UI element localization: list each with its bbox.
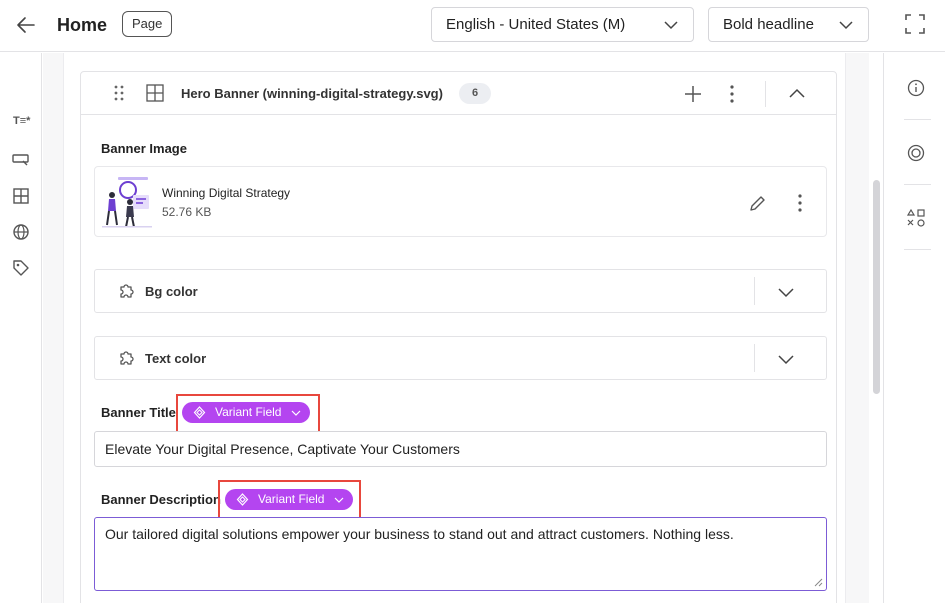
rail-divider <box>904 119 931 120</box>
asset-size: 52.76 KB <box>162 205 212 219</box>
variant-icon <box>193 406 206 419</box>
field-count-badge: 6 <box>459 83 491 104</box>
edit-pencil-icon[interactable] <box>748 193 768 213</box>
variant-icon <box>236 493 249 506</box>
header-divider <box>765 81 766 107</box>
shapes-icon[interactable] <box>906 208 926 228</box>
language-select-value: English - United States (M) <box>446 16 626 33</box>
globe-icon[interactable] <box>11 222 31 242</box>
fullscreen-icon[interactable] <box>904 13 926 35</box>
add-icon[interactable] <box>683 84 703 104</box>
left-toolbar: T≡* <box>0 53 42 603</box>
layout-grid-icon[interactable] <box>11 186 31 206</box>
more-options-icon[interactable] <box>723 84 741 104</box>
rail-divider <box>904 249 931 250</box>
variant-field-pill[interactable]: Variant Field <box>182 402 310 423</box>
chevron-down-icon <box>291 410 301 416</box>
accordion-divider <box>754 344 755 372</box>
banner-description-label: Banner Description <box>101 492 221 507</box>
more-options-icon[interactable] <box>791 193 809 213</box>
back-arrow-icon[interactable] <box>14 13 38 37</box>
info-icon[interactable] <box>906 78 926 98</box>
bg-color-accordion[interactable]: Bg color <box>94 269 827 313</box>
scrollbar-thumb[interactable] <box>873 180 880 394</box>
puzzle-icon <box>120 284 134 298</box>
page-type-badge: Page <box>122 11 173 37</box>
language-select[interactable]: English - United States (M) <box>431 7 694 42</box>
tag-icon[interactable] <box>11 258 31 278</box>
block-header: Hero Banner (winning-digital-strategy.sv… <box>81 72 836 115</box>
page-title: Home <box>57 15 108 35</box>
text-color-accordion[interactable]: Text color <box>94 336 827 380</box>
chevron-down-icon[interactable] <box>776 282 796 302</box>
banner-title-input[interactable]: Elevate Your Digital Presence, Captivate… <box>94 431 827 467</box>
banner-title-label: Banner Title <box>101 405 176 420</box>
block-title: Hero Banner (winning-digital-strategy.sv… <box>181 86 443 101</box>
block-grid-icon <box>146 84 164 102</box>
top-header: Home Page English - United States (M) Bo… <box>0 0 945 52</box>
asset-name: Winning Digital Strategy <box>162 186 291 200</box>
input-icon[interactable] <box>11 149 31 169</box>
right-toolbar <box>883 53 945 603</box>
puzzle-icon <box>120 351 134 365</box>
chevron-up-icon[interactable] <box>787 84 807 104</box>
accordion-divider <box>754 277 755 305</box>
bg-color-label: Bg color <box>145 284 198 299</box>
banner-description-value: Our tailored digital solutions empower y… <box>105 526 734 542</box>
chevron-down-icon <box>334 497 344 503</box>
variant-select[interactable]: Bold headline <box>708 7 869 42</box>
asset-thumbnail <box>100 173 154 230</box>
text-color-label: Text color <box>145 351 207 366</box>
variant-field-pill-label: Variant Field <box>215 405 282 419</box>
resize-handle-icon[interactable] <box>813 577 823 587</box>
banner-description-textarea[interactable]: Our tailored digital solutions empower y… <box>94 517 827 591</box>
chevron-down-icon <box>839 21 853 30</box>
variant-select-value: Bold headline <box>723 16 814 33</box>
variant-field-pill-label: Variant Field <box>258 492 325 506</box>
target-icon[interactable] <box>906 143 926 163</box>
chevron-down-icon[interactable] <box>776 349 796 369</box>
drag-handle-icon[interactable] <box>111 84 127 102</box>
asset-card[interactable]: Winning Digital Strategy 52.76 KB <box>94 166 827 237</box>
text-fields-icon[interactable]: T≡* <box>13 111 33 131</box>
banner-image-label: Banner Image <box>101 141 187 156</box>
chevron-down-icon <box>664 21 678 30</box>
variant-field-pill[interactable]: Variant Field <box>225 489 353 510</box>
rail-divider <box>904 184 931 185</box>
